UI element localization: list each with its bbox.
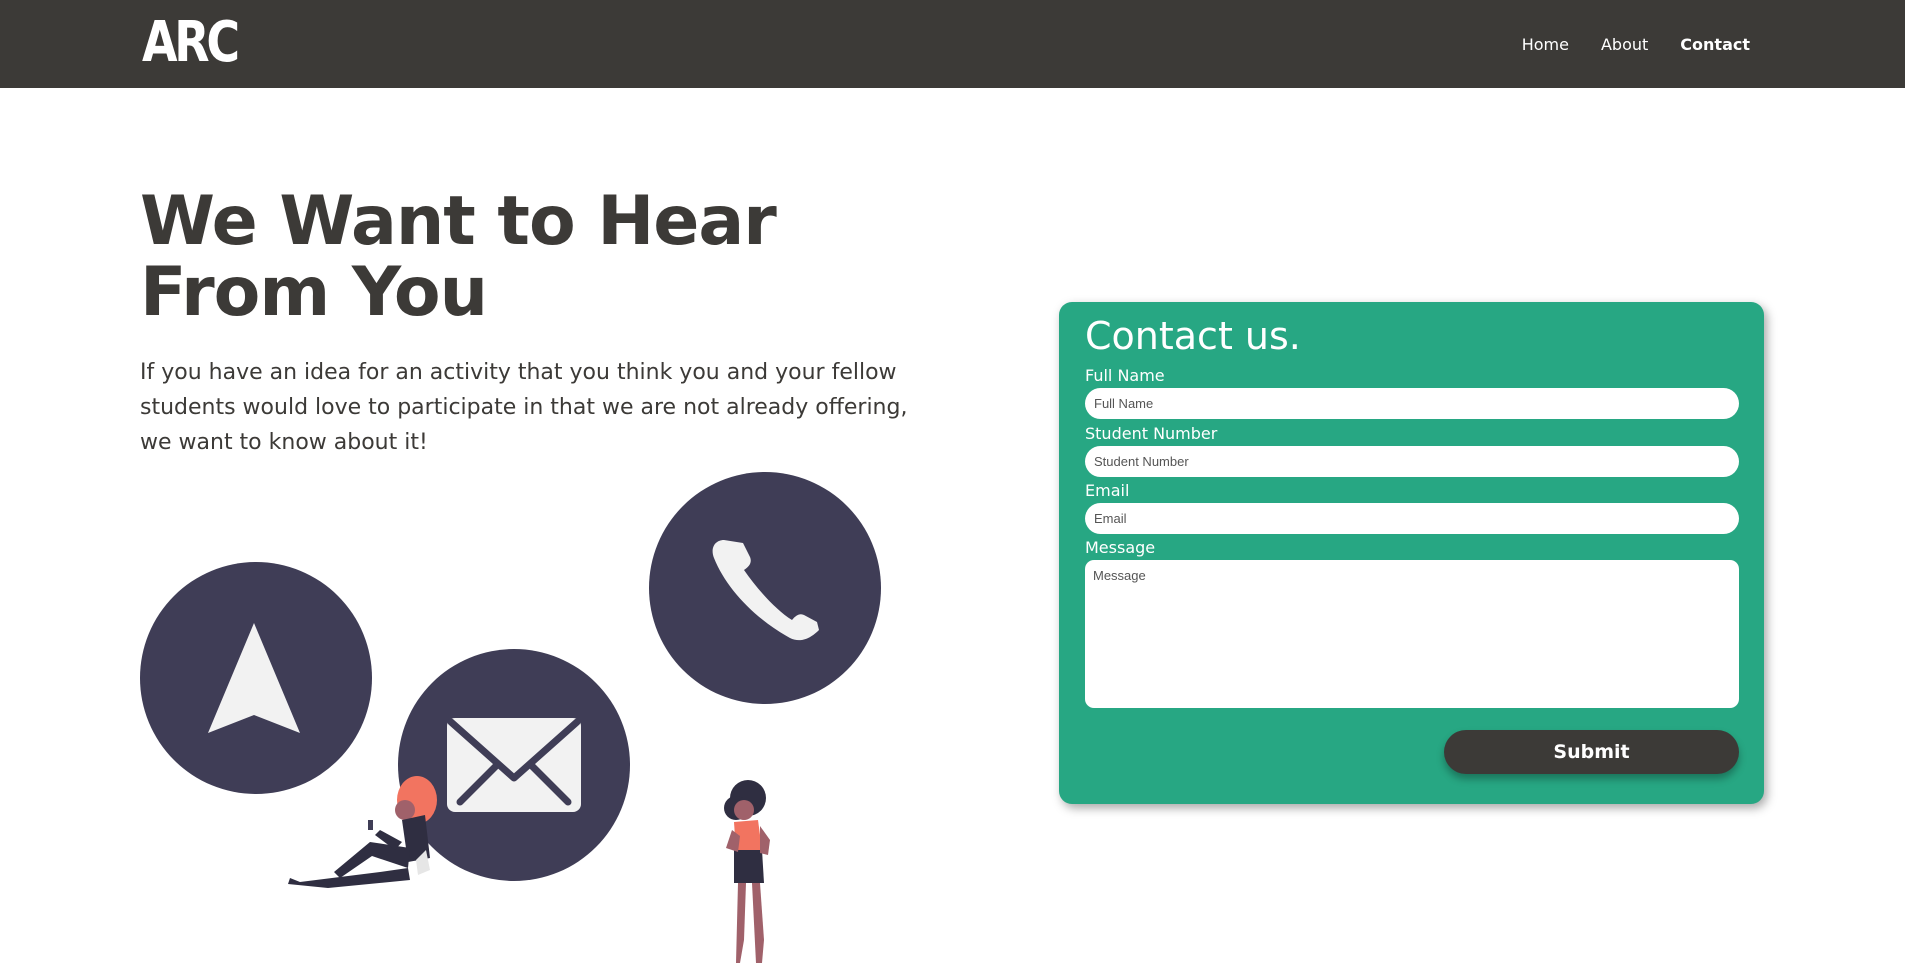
logo-text: ARC bbox=[142, 10, 240, 75]
sitting-woman-figure bbox=[288, 776, 437, 888]
nav-link-home[interactable]: Home bbox=[1522, 35, 1569, 54]
contact-form-card: Contact us. Full Name Student Number Ema… bbox=[1059, 302, 1764, 804]
intro-paragraph: If you have an idea for an activity that… bbox=[140, 360, 908, 455]
standing-woman-figure bbox=[724, 780, 770, 963]
navigation-arrow-icon bbox=[140, 562, 372, 794]
nav-link-about[interactable]: About bbox=[1601, 35, 1648, 54]
email-label: Email bbox=[1085, 481, 1130, 500]
phone-icon bbox=[649, 472, 881, 704]
top-navbar: ARC Home About Contact bbox=[0, 0, 1905, 88]
envelope-icon bbox=[398, 649, 630, 881]
page-title: We Want to Hear From You bbox=[140, 182, 777, 332]
nav-link-contact[interactable]: Contact bbox=[1680, 35, 1750, 54]
full-name-label: Full Name bbox=[1085, 366, 1165, 385]
message-textarea[interactable] bbox=[1085, 560, 1739, 708]
contact-form-title: Contact us. bbox=[1085, 314, 1301, 358]
full-name-input[interactable] bbox=[1085, 388, 1739, 419]
email-input[interactable] bbox=[1085, 503, 1739, 534]
message-label: Message bbox=[1085, 538, 1156, 557]
student-number-label: Student Number bbox=[1085, 424, 1218, 443]
contact-illustration bbox=[140, 472, 881, 963]
main-nav: Home About Contact bbox=[1522, 0, 1750, 88]
student-number-input[interactable] bbox=[1085, 446, 1739, 477]
logo[interactable]: ARC bbox=[142, 14, 258, 72]
submit-button[interactable]: Submit bbox=[1444, 730, 1739, 774]
